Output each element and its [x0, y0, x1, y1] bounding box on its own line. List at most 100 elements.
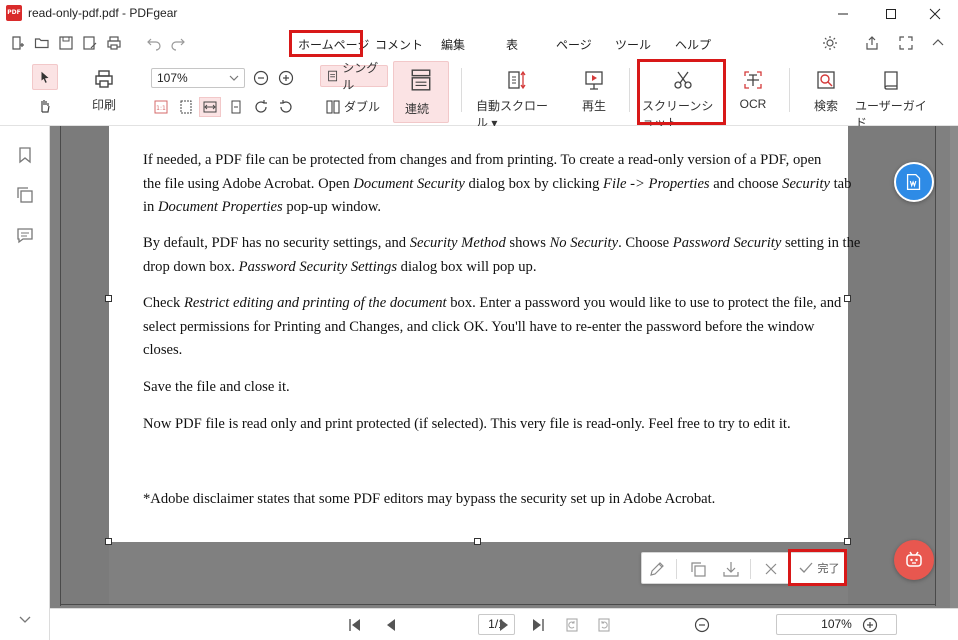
- vertical-scrollbar[interactable]: [950, 126, 958, 608]
- resize-handle[interactable]: [105, 538, 112, 545]
- doc-paragraph-6: *Adobe disclaimer states that some PDF e…: [143, 491, 716, 507]
- sidebar-expand-chevron-icon[interactable]: [16, 610, 34, 628]
- close-window-button[interactable]: [912, 0, 958, 28]
- menu-row: ホームページ コメント 編集 表 ページ ツール ヘルプ: [0, 28, 958, 60]
- page-border: [60, 604, 936, 605]
- download-icon[interactable]: [722, 560, 740, 578]
- convert-to-word-button[interactable]: [894, 162, 934, 202]
- resize-handle[interactable]: [474, 538, 481, 545]
- next-view-icon[interactable]: [596, 617, 612, 633]
- tab-edit[interactable]: 編集: [441, 36, 465, 53]
- edit-pencil-icon[interactable]: [648, 560, 666, 578]
- continuous-scroll-icon: [411, 69, 431, 91]
- theme-sun-icon[interactable]: [822, 35, 838, 51]
- book-icon: [884, 71, 898, 90]
- copy-icon[interactable]: [689, 560, 707, 578]
- zoom-out-icon[interactable]: [253, 70, 269, 86]
- toolbar-separator: [629, 68, 630, 112]
- rotate-clockwise-icon[interactable]: [253, 99, 269, 115]
- collapse-ribbon-icon[interactable]: [930, 35, 946, 51]
- toolbar-separator: [789, 68, 790, 112]
- continuous-label: 連続: [405, 102, 430, 116]
- previous-page-icon[interactable]: [383, 617, 399, 633]
- search-icon: [817, 71, 835, 89]
- bookmark-icon[interactable]: [16, 146, 34, 164]
- doc-paragraph-3: Check Restrict editing and printing of t…: [143, 295, 842, 358]
- status-zoom-field[interactable]: 107%: [776, 614, 897, 635]
- new-file-icon[interactable]: [10, 35, 26, 51]
- robot-icon: [906, 551, 922, 567]
- comments-panel-icon[interactable]: [16, 226, 34, 244]
- tab-help[interactable]: ヘルプ: [675, 36, 711, 53]
- tab-tools[interactable]: ツール: [615, 36, 651, 53]
- hand-tool-icon[interactable]: [37, 98, 53, 114]
- fit-page-icon[interactable]: [178, 99, 194, 115]
- tab-comment[interactable]: コメント: [375, 36, 423, 53]
- page-border: [935, 126, 936, 606]
- double-page-icon: [326, 99, 340, 114]
- doc-paragraph-4: Save the file and close it.: [143, 379, 290, 395]
- autoscroll-button[interactable]: 自動スクロール ▾: [476, 69, 558, 131]
- first-page-icon[interactable]: [347, 617, 363, 633]
- share-icon[interactable]: [864, 35, 880, 51]
- zoom-select[interactable]: 107%: [151, 68, 245, 88]
- search-label: 検索: [813, 99, 838, 113]
- ai-assistant-button[interactable]: [894, 540, 934, 580]
- ocr-icon: [744, 71, 762, 89]
- fit-width-button[interactable]: [199, 97, 221, 117]
- rotate-counterclockwise-icon[interactable]: [278, 99, 294, 115]
- maximize-button[interactable]: [868, 0, 914, 28]
- print-button[interactable]: 印刷: [90, 68, 118, 113]
- last-page-icon[interactable]: [530, 617, 546, 633]
- redo-icon[interactable]: [170, 35, 186, 51]
- thumbnails-icon[interactable]: [16, 186, 34, 204]
- minimize-icon: [838, 13, 848, 15]
- fullscreen-icon[interactable]: [898, 35, 914, 51]
- fit-visible-icon[interactable]: [228, 99, 244, 115]
- ocr-button[interactable]: OCR: [738, 69, 768, 111]
- user-guide-button[interactable]: ユーザーガイド: [855, 69, 927, 131]
- print-quick-icon[interactable]: [106, 35, 122, 51]
- left-sidebar: [0, 126, 50, 640]
- save-as-icon[interactable]: [82, 35, 98, 51]
- presentation-play-icon: [585, 71, 603, 90]
- open-folder-icon[interactable]: [34, 35, 50, 51]
- play-button[interactable]: 再生: [580, 69, 608, 114]
- status-bar: 1/1 107%: [50, 608, 958, 640]
- zoom-value: 107%: [157, 71, 188, 85]
- tab-table[interactable]: 表: [506, 36, 518, 53]
- select-tool-button[interactable]: [32, 64, 58, 90]
- highlight-screenshot-button: [637, 59, 726, 125]
- doc-paragraph-1: If needed, a PDF file can be protected f…: [143, 152, 852, 215]
- status-zoom-in-icon[interactable]: [862, 617, 878, 633]
- doc-paragraph-5: Now PDF file is read only and print prot…: [143, 416, 791, 432]
- undo-icon[interactable]: [146, 35, 162, 51]
- cursor-arrow-icon: [41, 71, 49, 83]
- status-zoom-out-icon[interactable]: [694, 617, 710, 633]
- continuous-button[interactable]: 連続: [393, 61, 449, 123]
- search-button[interactable]: 検索: [811, 69, 841, 114]
- double-page-label: ダブル: [344, 100, 381, 114]
- next-page-icon[interactable]: [496, 617, 512, 633]
- maximize-icon: [886, 9, 896, 19]
- single-page-icon: [328, 70, 338, 82]
- close-icon: [929, 8, 941, 20]
- resize-handle[interactable]: [844, 295, 851, 302]
- minimize-button[interactable]: [820, 0, 866, 28]
- svg-text:1:1: 1:1: [156, 105, 166, 112]
- save-icon[interactable]: [58, 35, 74, 51]
- resize-handle[interactable]: [844, 538, 851, 545]
- dimmed-page-area: [61, 126, 109, 604]
- zoom-in-icon[interactable]: [278, 70, 294, 86]
- previous-view-icon[interactable]: [564, 617, 580, 633]
- single-page-button[interactable]: シングル: [320, 61, 388, 92]
- double-page-button[interactable]: ダブル: [326, 98, 380, 115]
- cancel-x-icon[interactable]: [762, 560, 780, 578]
- title-bar: PDF read-only-pdf.pdf - PDFgear: [0, 0, 958, 28]
- actual-size-icon[interactable]: 1:1: [153, 99, 169, 115]
- doc-paragraph-2: By default, PDF has no security settings…: [143, 235, 861, 275]
- fit-width-icon: [203, 101, 217, 113]
- page-border: [60, 126, 61, 606]
- resize-handle[interactable]: [105, 295, 112, 302]
- tab-page[interactable]: ページ: [556, 36, 592, 53]
